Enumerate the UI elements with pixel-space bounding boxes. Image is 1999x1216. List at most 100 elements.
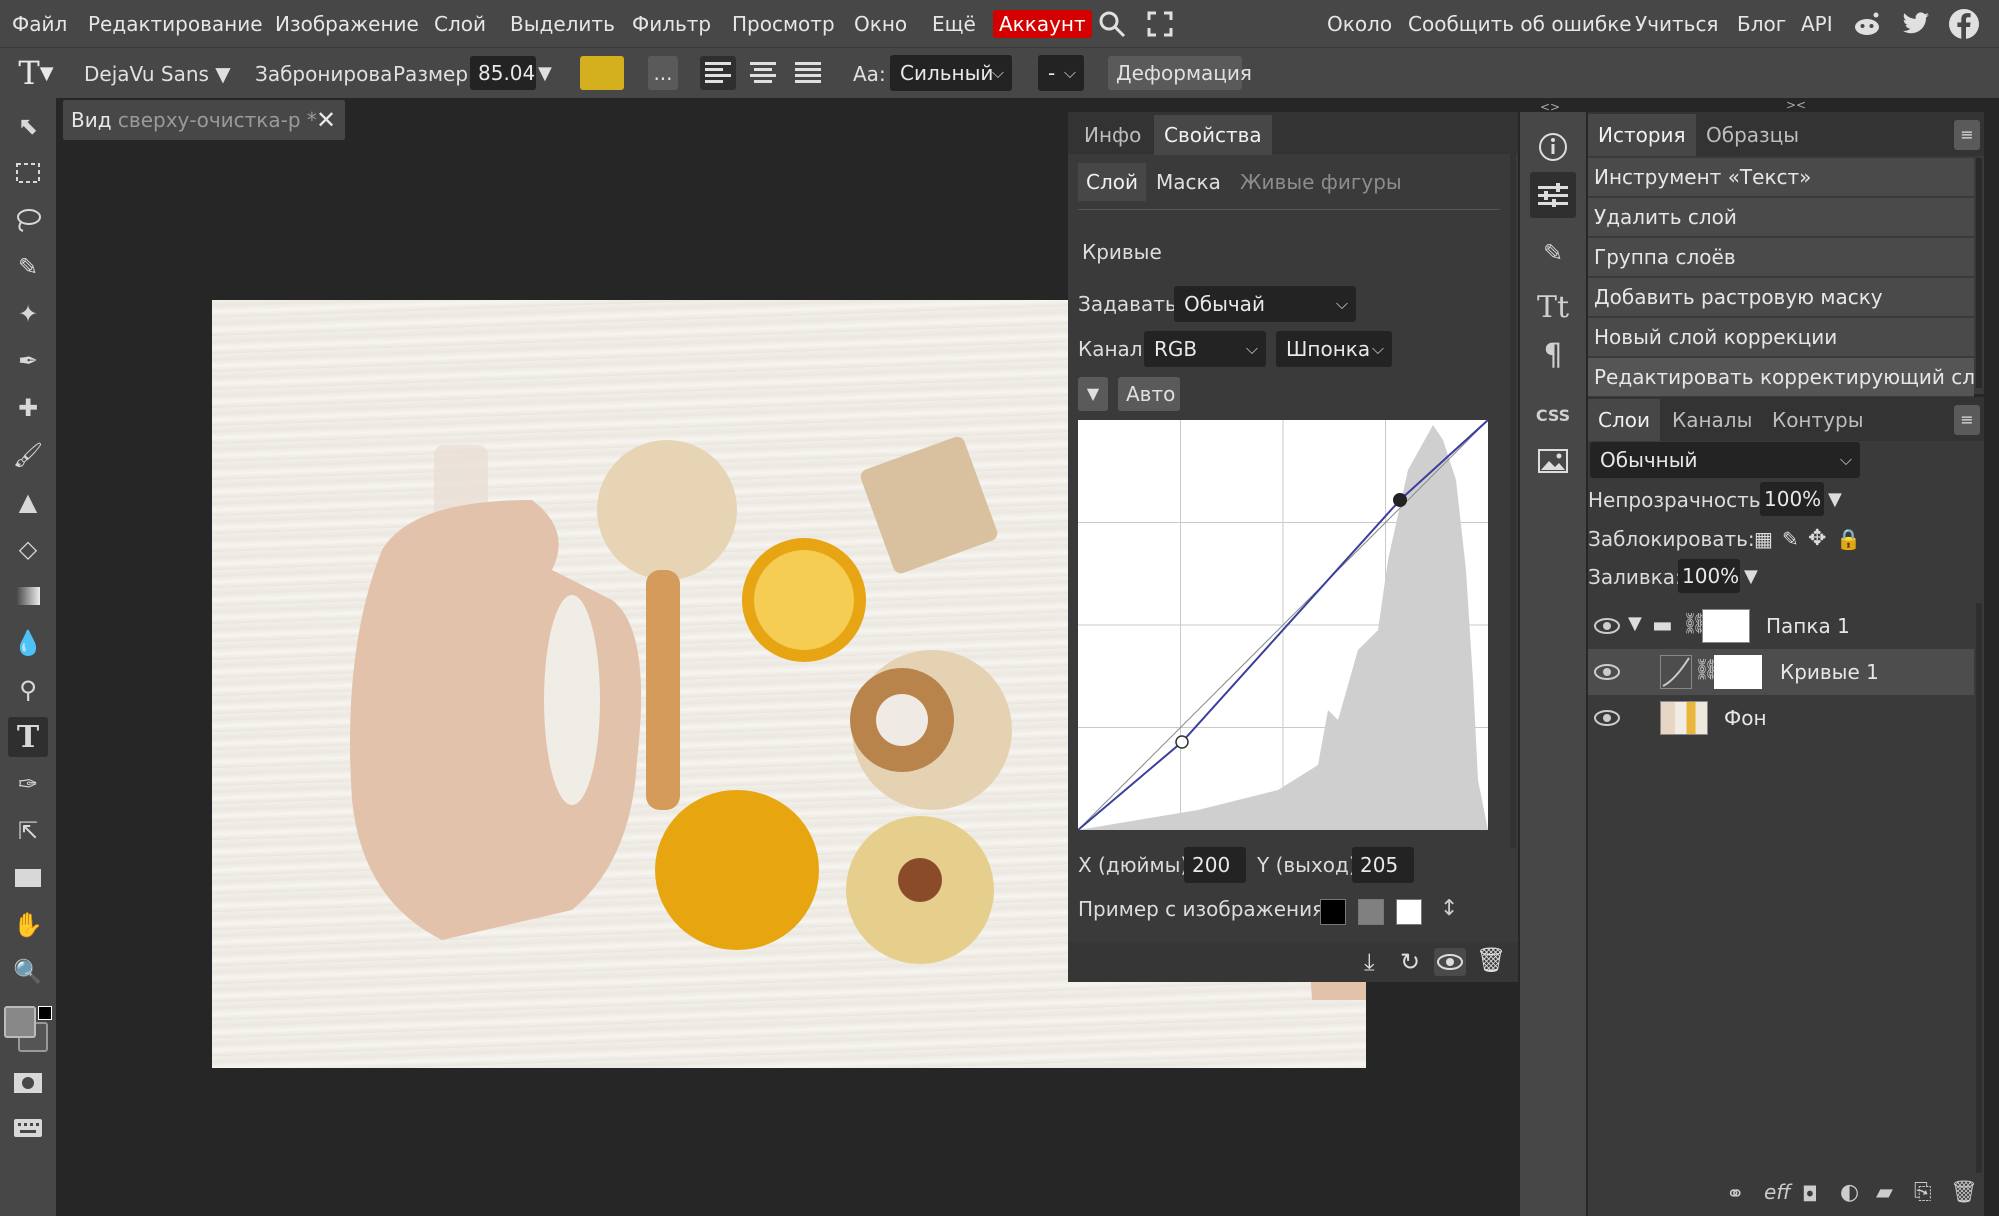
menu-blog[interactable]: Блог [1737,10,1786,38]
marquee-tool-icon[interactable] [8,153,48,193]
pen-tool-icon[interactable]: ✑ [8,764,48,804]
delete-layer-icon[interactable]: 🗑 [1950,1180,1978,1205]
history-item[interactable]: Добавить растровую маску [1588,278,1974,317]
quick-select-icon[interactable]: ✎ [8,247,48,287]
font-family-select[interactable]: DejaVu Sans ▼ [84,60,231,88]
tab-layers[interactable]: Слои [1588,399,1660,441]
history-item[interactable]: Инструмент «Текст» [1588,158,1974,197]
history-item[interactable]: Удалить слой [1588,198,1974,237]
align-justify-icon[interactable] [790,56,826,90]
antialias-select[interactable]: Сильный ⌵ [890,55,1012,91]
layer-name[interactable]: Папка 1 [1766,612,1850,640]
fill-input[interactable]: 100% [1678,559,1740,593]
opacity-input[interactable]: 100% [1760,482,1824,516]
reset-icon[interactable]: ↻ [1400,948,1420,976]
close-tab-icon[interactable]: ✕ [313,104,339,136]
font-size-dropdown-icon[interactable]: ▼ [538,60,552,88]
adjustments-icon[interactable] [1530,172,1576,218]
menu-api[interactable]: API [1801,10,1833,38]
path-select-icon[interactable]: ⇱ [8,811,48,851]
foreground-color[interactable] [4,1006,36,1038]
layer-effects-icon[interactable]: eff [1764,1180,1791,1204]
lasso-tool-icon[interactable] [8,200,48,240]
channel-select[interactable]: RGB ⌵ [1144,331,1266,367]
move-tool-icon[interactable]: ⬉ [8,106,48,146]
character-icon[interactable]: Tt [1530,284,1576,330]
curve-tool-select[interactable]: Шпонка ⌵ [1276,331,1392,367]
font-size-input[interactable]: 85.04 [470,56,536,90]
dodge-tool-icon[interactable]: ⚲ [8,670,48,710]
menu-file[interactable]: Файл [12,10,67,38]
default-colors-icon[interactable] [38,1006,52,1020]
auto-button[interactable]: Авто [1118,377,1180,411]
sample-white-eyedropper[interactable] [1396,899,1422,925]
font-style-select[interactable]: Забронирова [255,60,392,88]
adjustment-layer-icon[interactable]: ◐ [1840,1180,1859,1205]
history-item[interactable]: Новый слой коррекции [1588,318,1974,357]
menu-about[interactable]: Около [1327,10,1392,38]
eyedropper-icon[interactable]: ✒ [8,341,48,381]
brush-settings-icon[interactable]: ✎ [1530,230,1576,276]
menu-view[interactable]: Просмотр [732,10,835,38]
color-swatches[interactable] [4,1006,54,1056]
stamp-tool-icon[interactable]: ▲ [8,482,48,522]
quick-mask-icon[interactable] [8,1063,48,1103]
info-icon[interactable] [1530,124,1576,170]
subtab-mask[interactable]: Маска [1146,163,1231,201]
history-item-current[interactable]: Редактировать корректирующий слой [1588,358,1974,397]
tab-properties[interactable]: Свойства [1154,115,1272,155]
x-input[interactable]: 200 [1184,847,1246,883]
opacity-dropdown-icon[interactable]: ▼ [1828,485,1842,515]
blend-mode-select[interactable]: Обычный ⌵ [1590,442,1860,478]
text-color-swatch[interactable] [580,56,624,90]
menu-layer[interactable]: Слой [434,10,486,38]
menu-learn[interactable]: Учиться [1635,10,1718,38]
new-layer-icon[interactable]: ⎘ [1914,1180,1932,1205]
folder-expand-icon[interactable]: ▼ [1628,613,1642,634]
menu-image[interactable]: Изображение [275,10,419,38]
align-left-icon[interactable] [700,56,736,90]
eraser-tool-icon[interactable]: ◇ [8,529,48,569]
layer-row-curves[interactable]: ⛓ Кривые 1 [1588,649,1974,695]
new-group-icon[interactable]: ▰ [1876,1180,1893,1205]
layer-name[interactable]: Кривые 1 [1780,658,1879,686]
y-output-input[interactable]: 205 [1352,847,1414,883]
image-icon[interactable] [1530,438,1576,484]
history-scrollbar[interactable] [1976,158,1982,388]
menu-edit[interactable]: Редактирование [88,10,263,38]
subtab-layer[interactable]: Слой [1078,163,1146,201]
account-button[interactable]: Аккаунт [993,10,1092,38]
tab-history[interactable]: История [1588,114,1696,156]
facebook-icon[interactable] [1946,6,1982,42]
twitter-icon[interactable] [1899,8,1933,40]
css-icon[interactable]: CSS [1530,392,1576,438]
keyboard-icon[interactable] [8,1108,48,1148]
dash-select[interactable]: - ⌵ [1038,55,1084,91]
warp-button[interactable]: Деформация [1108,56,1252,90]
fullscreen-icon[interactable] [1142,7,1178,41]
lock-paint-icon[interactable]: ✎ [1782,524,1799,554]
eye-icon[interactable] [1594,617,1620,635]
expand-arrows-icon[interactable]: >< [1786,98,1806,112]
menu-filter[interactable]: Фильтр [632,10,711,38]
align-center-icon[interactable] [745,56,781,90]
tab-paths[interactable]: Контуры [1762,399,1873,441]
rectangle-tool-icon[interactable] [8,858,48,898]
layers-menu-icon[interactable]: ≡ [1954,405,1980,435]
visibility-toggle-icon[interactable] [1434,948,1466,976]
reddit-icon[interactable] [1850,8,1884,40]
link-layers-icon[interactable]: ⚭ [1726,1182,1744,1207]
history-item[interactable]: Группа слоёв [1588,238,1974,277]
tab-channels[interactable]: Каналы [1662,399,1762,441]
collapse-arrows-icon[interactable]: <> [1540,100,1560,114]
history-menu-icon[interactable]: ≡ [1954,120,1980,150]
healing-brush-icon[interactable]: ✚ [8,388,48,428]
zoom-tool-icon[interactable]: 🔍 [8,952,48,992]
layer-name[interactable]: Фон [1724,704,1767,732]
curve-point-low[interactable] [1175,735,1189,749]
curves-mask-thumbnail[interactable] [1714,655,1762,689]
hand-tool-icon[interactable]: ✋ [8,905,48,945]
properties-scrollbar[interactable] [1510,128,1516,848]
tab-swatches[interactable]: Образцы [1696,114,1809,156]
blur-tool-icon[interactable]: 💧 [8,623,48,663]
